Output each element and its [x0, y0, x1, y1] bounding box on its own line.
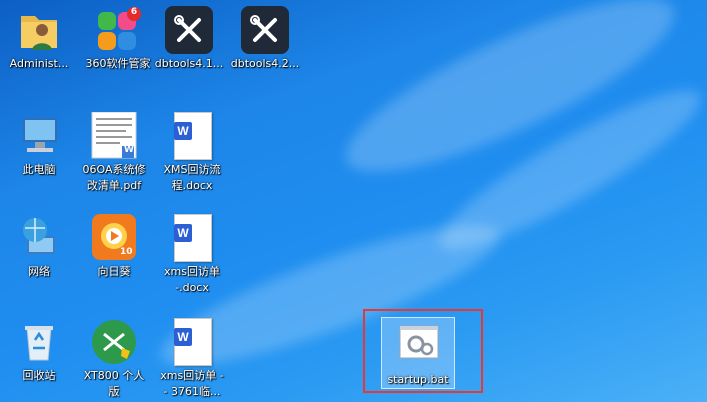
pdf-thumbnail-icon: W: [90, 111, 138, 160]
recycle-bin-icon: [15, 318, 63, 366]
desktop-icon-360-software[interactable]: 6 360软件管家: [81, 6, 155, 72]
icon-label: 回收站: [22, 369, 56, 382]
icon-label: 此电脑: [22, 163, 56, 176]
computer-icon: [15, 112, 63, 160]
icon-label: 06OA系统修 改清单.pdf: [82, 163, 146, 192]
wrench-screwdriver-icon: [241, 6, 289, 54]
word-document-icon: W: [168, 214, 216, 262]
version-badge: 10: [120, 247, 133, 257]
desktop-icon-xms-flow-docx[interactable]: W XMS回访流 程.docx: [155, 112, 229, 194]
xt800-remote-icon: [90, 318, 138, 366]
wrench-screwdriver-icon: [165, 6, 213, 54]
icon-label: xms回访单 - - 3761临...: [160, 369, 224, 398]
icon-label: 向日葵: [97, 265, 131, 278]
desktop-icon-xms-return-docx[interactable]: W xms回访单 -.docx: [155, 214, 229, 296]
icon-label: xms回访单 -.docx: [164, 265, 220, 294]
desktop-icon-this-pc[interactable]: 此电脑: [2, 112, 76, 178]
icon-label: 360软件管家: [85, 57, 151, 70]
icon-label: 网络: [28, 265, 50, 278]
notification-badge: 6: [130, 7, 138, 17]
network-globe-icon: [15, 214, 63, 262]
desktop-icon-dbtools41[interactable]: dbtools4.1...: [152, 6, 226, 72]
desktop-icon-xms-3761-docx[interactable]: W xms回访单 - - 3761临...: [155, 318, 229, 400]
360-software-manager-icon: 6: [94, 6, 142, 54]
desktop-icon-xt800[interactable]: XT800 个人 版: [77, 318, 151, 400]
desktop[interactable]: Administ... 6 360软件管家 dbtools4.1... dbto…: [0, 0, 707, 402]
desktop-icon-network[interactable]: 网络: [2, 214, 76, 280]
icon-label: Administ...: [9, 57, 69, 70]
word-document-icon: W: [168, 112, 216, 160]
highlight-annotation-box: [363, 309, 483, 393]
sunflower-icon: 10: [90, 214, 138, 262]
desktop-icon-recycle-bin[interactable]: 回收站: [2, 318, 76, 384]
wps-icon: W: [124, 145, 134, 155]
icon-label: dbtools4.2...: [230, 57, 300, 70]
desktop-icon-administrator[interactable]: Administ...: [2, 6, 76, 72]
desktop-icon-dbtools42[interactable]: dbtools4.2...: [228, 6, 302, 72]
desktop-icon-oa-pdf[interactable]: W 06OA系统修 改清单.pdf: [77, 111, 151, 194]
icon-label: XMS回访流 程.docx: [163, 163, 221, 192]
icon-label: XT800 个人 版: [83, 369, 145, 398]
user-folder-icon: [15, 6, 63, 54]
icon-label: dbtools4.1...: [154, 57, 224, 70]
desktop-icon-sunflower[interactable]: 10 向日葵: [77, 214, 151, 280]
word-document-icon: W: [168, 318, 216, 366]
